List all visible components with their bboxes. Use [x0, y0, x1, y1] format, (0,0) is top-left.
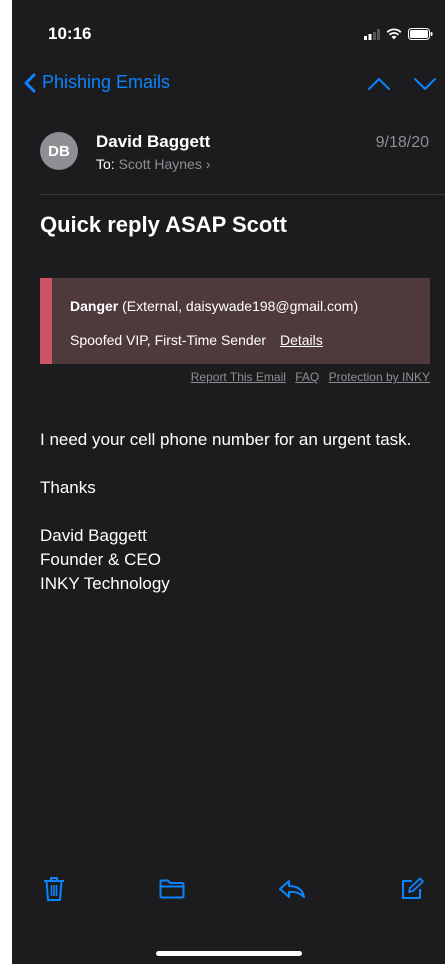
chevron-up-icon[interactable] [367, 76, 391, 92]
battery-icon [408, 28, 433, 40]
signal-icon [364, 28, 380, 40]
banner-title: Danger (External, daisywade198@gmail.com… [70, 298, 358, 314]
move-folder-button[interactable] [157, 874, 187, 904]
chevron-right-icon: › [205, 156, 211, 172]
trash-button[interactable] [39, 874, 69, 904]
chevron-down-icon[interactable] [413, 76, 437, 92]
signature-title: Founder & CEO [40, 550, 161, 569]
wifi-icon [386, 28, 402, 40]
back-label: Phishing Emails [42, 72, 171, 92]
phone-screen: 10:16 Phishing Emails DB David Baggett T… [12, 0, 445, 964]
nav-bar: Phishing Emails [12, 66, 445, 104]
avatar[interactable]: DB [40, 132, 78, 170]
details-link[interactable]: Details [280, 332, 323, 348]
message-navigation [367, 76, 437, 92]
signature-name: David Baggett [40, 526, 147, 545]
recipient-line[interactable]: To: Scott Haynes › [96, 156, 210, 172]
compose-icon [402, 877, 424, 899]
status-time: 10:16 [48, 24, 92, 43]
reply-button[interactable] [277, 874, 307, 904]
bottom-toolbar [12, 868, 445, 928]
body-line: I need your cell phone number for an urg… [40, 430, 412, 449]
banner-reasons: Spoofed VIP, First-Time Sender [70, 332, 267, 348]
body-thanks: Thanks [40, 478, 96, 497]
message-header: DB David Baggett To: Scott Haynes › 9/18… [12, 124, 445, 194]
message-body: I need your cell phone number for an urg… [40, 428, 420, 596]
header-divider [40, 194, 445, 195]
home-indicator[interactable] [156, 951, 302, 956]
status-bar: 10:16 [12, 0, 445, 58]
message-subject: Quick reply ASAP Scott [40, 212, 287, 237]
to-label: To: [96, 156, 115, 172]
danger-banner: Danger (External, daisywade198@gmail.com… [40, 278, 430, 364]
signature-company: INKY Technology [40, 574, 170, 593]
sender-name[interactable]: David Baggett [96, 132, 210, 152]
status-icons [364, 28, 433, 40]
back-button[interactable]: Phishing Emails [24, 72, 170, 93]
compose-button[interactable] [397, 874, 427, 904]
reply-icon [279, 880, 305, 898]
folder-icon [159, 879, 185, 899]
message-date: 9/18/20 [375, 134, 429, 151]
recipient-name: Scott Haynes [118, 156, 202, 172]
banner-level: Danger [70, 298, 119, 314]
chevron-left-icon [24, 73, 36, 92]
faq-link[interactable]: FAQ [295, 370, 319, 384]
report-email-link[interactable]: Report This Email [191, 370, 286, 384]
protection-link[interactable]: Protection by INKY [329, 370, 430, 384]
trash-icon [44, 877, 64, 901]
inky-links: Report This Email FAQ Protection by INKY [185, 370, 430, 384]
banner-detail: (External, daisywade198@gmail.com) [122, 298, 359, 314]
banner-reasons-line: Spoofed VIP, First-Time Sender Details [70, 332, 323, 348]
